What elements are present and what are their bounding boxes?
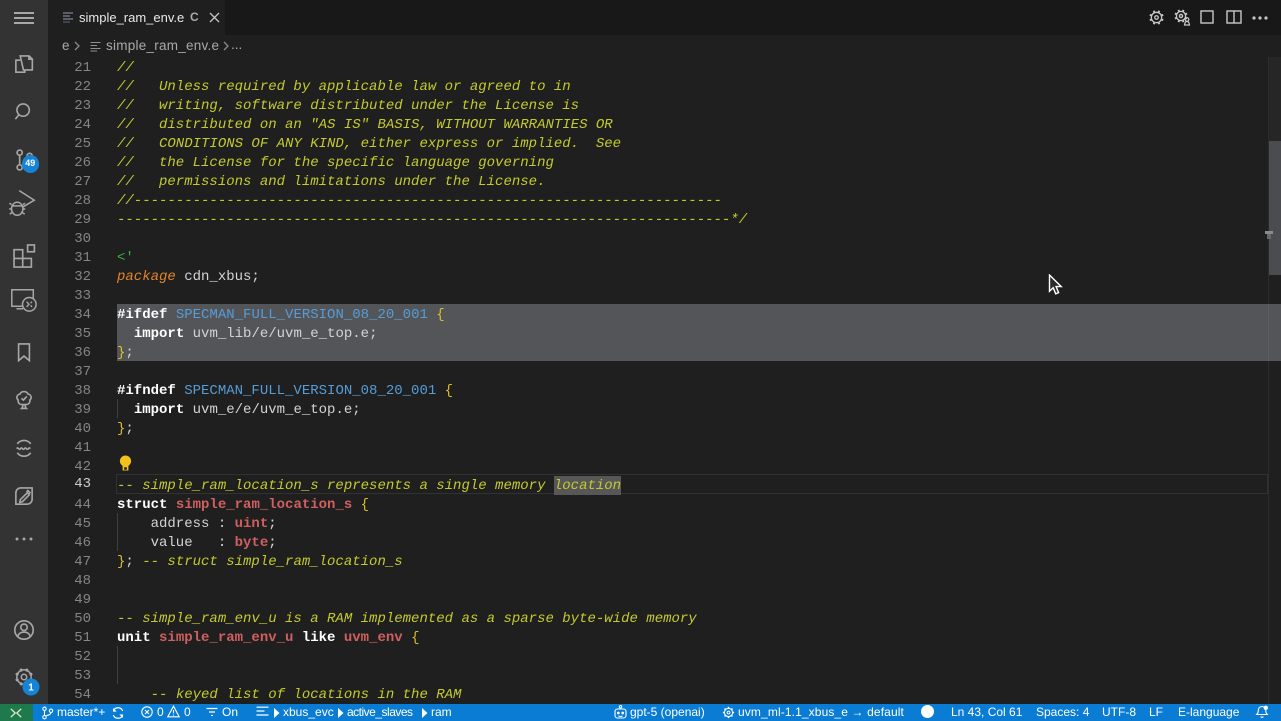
svg-text:1: 1 (28, 683, 34, 694)
